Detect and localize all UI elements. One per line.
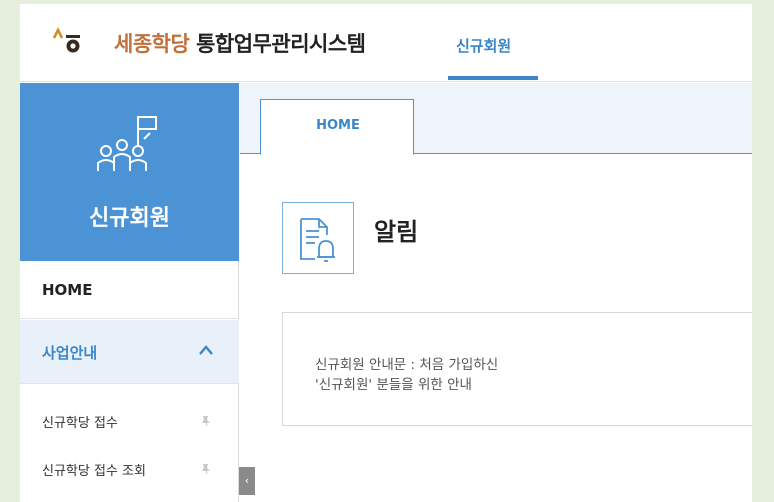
sidebar-item-home[interactable]: HOME (20, 261, 239, 319)
sidebar-section-label: 사업안내 (42, 344, 98, 362)
chevron-up-icon[interactable] (198, 344, 214, 356)
pin-icon[interactable] (200, 414, 212, 426)
sidebar-item-new-academy-lookup[interactable]: 신규학당 접수 조회 (20, 448, 239, 488)
notice-line-1: 신규회원 안내문 : 처음 가입하신 (315, 357, 499, 373)
sidebar-item-label: 신규학당 접수 조회 (42, 464, 146, 479)
sidebar-item-label: 신규학당 접수 (42, 416, 118, 431)
app-frame: 세종학당 통합업무관리시스템 신규회원 신규회원 HOME 사업안내 신규학당 … (20, 4, 752, 502)
header-tab-new-member[interactable]: 신규회원 (456, 35, 511, 56)
top-header: 세종학당 통합업무관리시스템 신규회원 (20, 4, 752, 82)
pin-icon[interactable] (200, 462, 212, 474)
header-tab-active-indicator (448, 76, 538, 80)
members-flag-icon (97, 116, 157, 171)
sidebar-section-business-info[interactable]: 사업안내 (20, 320, 239, 384)
sejong-logo-icon (52, 27, 80, 53)
tab-label: HOME (316, 118, 360, 133)
notice-card[interactable]: 신규회원 안내문 : 처음 가입하신 '신규회원' 분들을 위한 안내 (282, 312, 752, 426)
sidebar-collapse-button[interactable]: ‹ (239, 467, 255, 495)
document-bell-icon (300, 218, 335, 262)
system-title[interactable]: 세종학당 통합업무관리시스템 (114, 28, 366, 58)
sidebar-hero: 신규회원 (20, 83, 239, 261)
notice-icon-box (282, 202, 354, 274)
tab-home[interactable]: HOME (260, 99, 414, 155)
notice-line-2: '신규회원' 분들을 위한 안내 (315, 377, 472, 393)
sidebar-item-label: HOME (42, 281, 93, 299)
notice-title: 알림 (374, 218, 419, 246)
sidebar-item-new-academy-apply[interactable]: 신규학당 접수 (20, 400, 239, 440)
sidebar-title: 신규회원 (89, 206, 170, 231)
sidebar: 신규회원 HOME 사업안내 신규학당 접수 신규학당 접수 조회 (20, 83, 239, 502)
brand-main-text: 통합업무관리시스템 (196, 32, 366, 56)
brand-accent-text: 세종학당 (114, 32, 190, 56)
tab-bar: HOME (240, 83, 752, 155)
